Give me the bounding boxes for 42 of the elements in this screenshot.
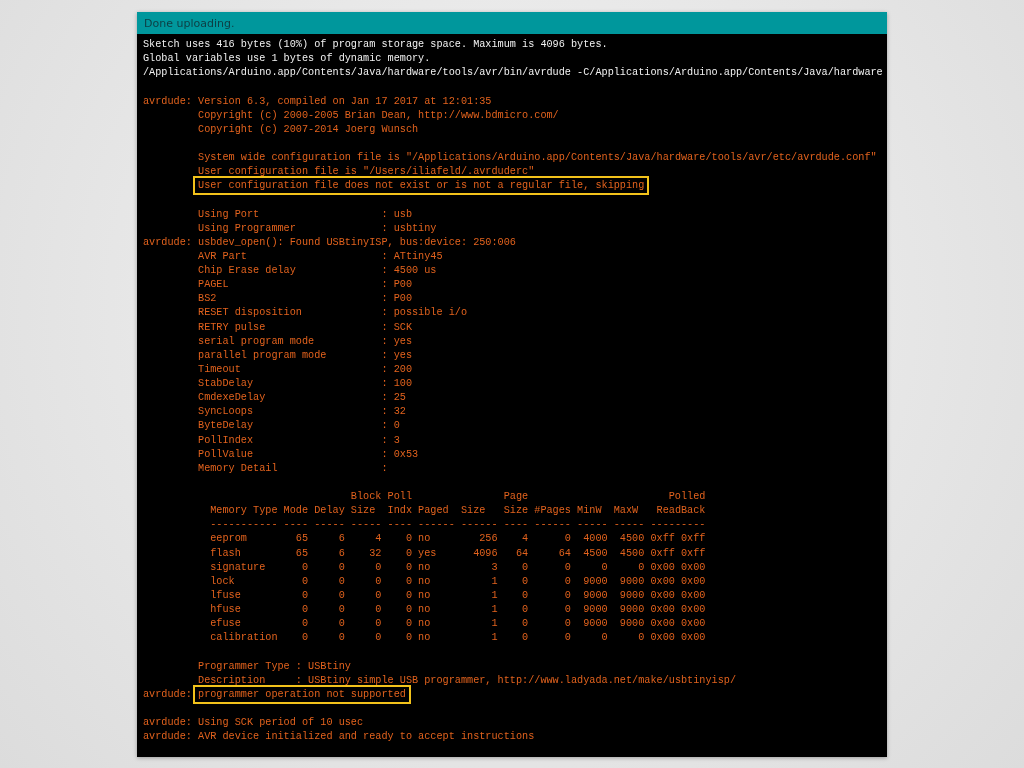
console-line: Block Poll Page Polled xyxy=(349,490,707,504)
console-line: lock 0 0 0 0 no 1 0 0 9000 9000 0x00 0x00 xyxy=(209,574,707,589)
console-line: Global variables use 1 bytes of dynamic memory. xyxy=(142,52,432,67)
console-line: /Applications/Arduino.app/Contents/Java/hardware/tools/avr/bin/avrdude -C/Applications/Arduino.app/Contents/Java/hardware xyxy=(142,66,884,81)
console-line: CmdexeDelay : 25 xyxy=(197,391,407,406)
console-line: ByteDelay : 0 xyxy=(197,419,401,434)
console-line: avrdude: Using SCK period of 10 usec xyxy=(142,716,365,730)
console-line: Memory Detail : xyxy=(197,461,389,476)
console-line: Using Port : usb xyxy=(197,207,413,222)
console-line: calibration 0 0 0 0 no 1 0 0 0 0 0x00 0x00 xyxy=(209,631,707,646)
console-line: parallel program mode : yes xyxy=(197,348,413,363)
console-line: Copyright (c) 2007-2014 Joerg Wunsch xyxy=(197,122,420,137)
console-line: signature 0 0 0 0 no 3 0 0 0 0 0x00 0x00 xyxy=(209,560,707,575)
console-line: flash 65 6 32 0 yes 4096 64 64 4500 4500 0xff 0xff xyxy=(209,546,707,561)
console-line: PAGEL : P00 xyxy=(197,278,413,293)
console-line: avrdude: usbdev_open(): Found USBtinyISP, bus:device: 250:006 xyxy=(142,235,517,250)
console-line: RESET disposition : possible i/o xyxy=(197,306,469,321)
console-line: Copyright (c) 2000-2005 Brian Dean, http://www.bdmicro.com/ xyxy=(197,108,560,123)
console-line: StabDelay : 100 xyxy=(197,377,413,391)
console-line: lfuse 0 0 0 0 no 1 0 0 9000 9000 0x00 0x00 xyxy=(209,588,707,603)
console-line: System wide configuration file is "/Applications/Arduino.app/Contents/Java/hardware/tools/avr/etc/avrdude.conf" xyxy=(197,151,878,165)
console-line: RETRY pulse : SCK xyxy=(197,320,413,335)
console-line: efuse 0 0 0 0 no 1 0 0 9000 9000 0x00 0x00 xyxy=(209,617,707,632)
console-line: PollValue : 0x53 xyxy=(197,447,420,462)
console-line: hfuse 0 0 0 0 no 1 0 0 9000 9000 0x00 0x00 xyxy=(209,603,707,617)
console-line: Timeout : 200 xyxy=(197,362,413,377)
console-line: avrdude: AVR device initialized and ready to accept instructions xyxy=(142,730,536,745)
console-line: Using Programmer : usbtiny xyxy=(197,221,438,236)
console-line: Sketch uses 416 bytes (10%) of program storage space. Maximum is 4096 bytes. xyxy=(142,38,609,52)
console-line: eeprom 65 6 4 0 no 256 4 0 4000 4500 0xff 0xff xyxy=(209,532,707,547)
console-line: Programmer Type : USBtiny xyxy=(197,659,352,674)
console-line: BS2 : P00 xyxy=(197,292,413,307)
console-line: Memory Type Mode Delay Size Indx Paged Size Size #Pages MinW MaxW ReadBack xyxy=(209,504,707,519)
console-line: SyncLoops : 32 xyxy=(197,405,407,420)
console-line: Chip Erase delay : 4500 us xyxy=(197,264,438,278)
log-prefix: avrdude: xyxy=(143,688,193,700)
status-message: Done uploading. xyxy=(144,16,235,30)
console-line: serial program mode : yes xyxy=(197,334,413,349)
console-line: AVR Part : ATtiny45 xyxy=(197,249,444,264)
console-line: PollIndex : 3 xyxy=(197,433,401,448)
console-line: ----------- ---- ----- ----- ---- ------ ------ ---- ------ ----- ----- --------- xyxy=(209,518,707,533)
console-line: avrdude: Version 6.3, compiled on Jan 17 2017 at 12:01:35 xyxy=(142,94,493,109)
